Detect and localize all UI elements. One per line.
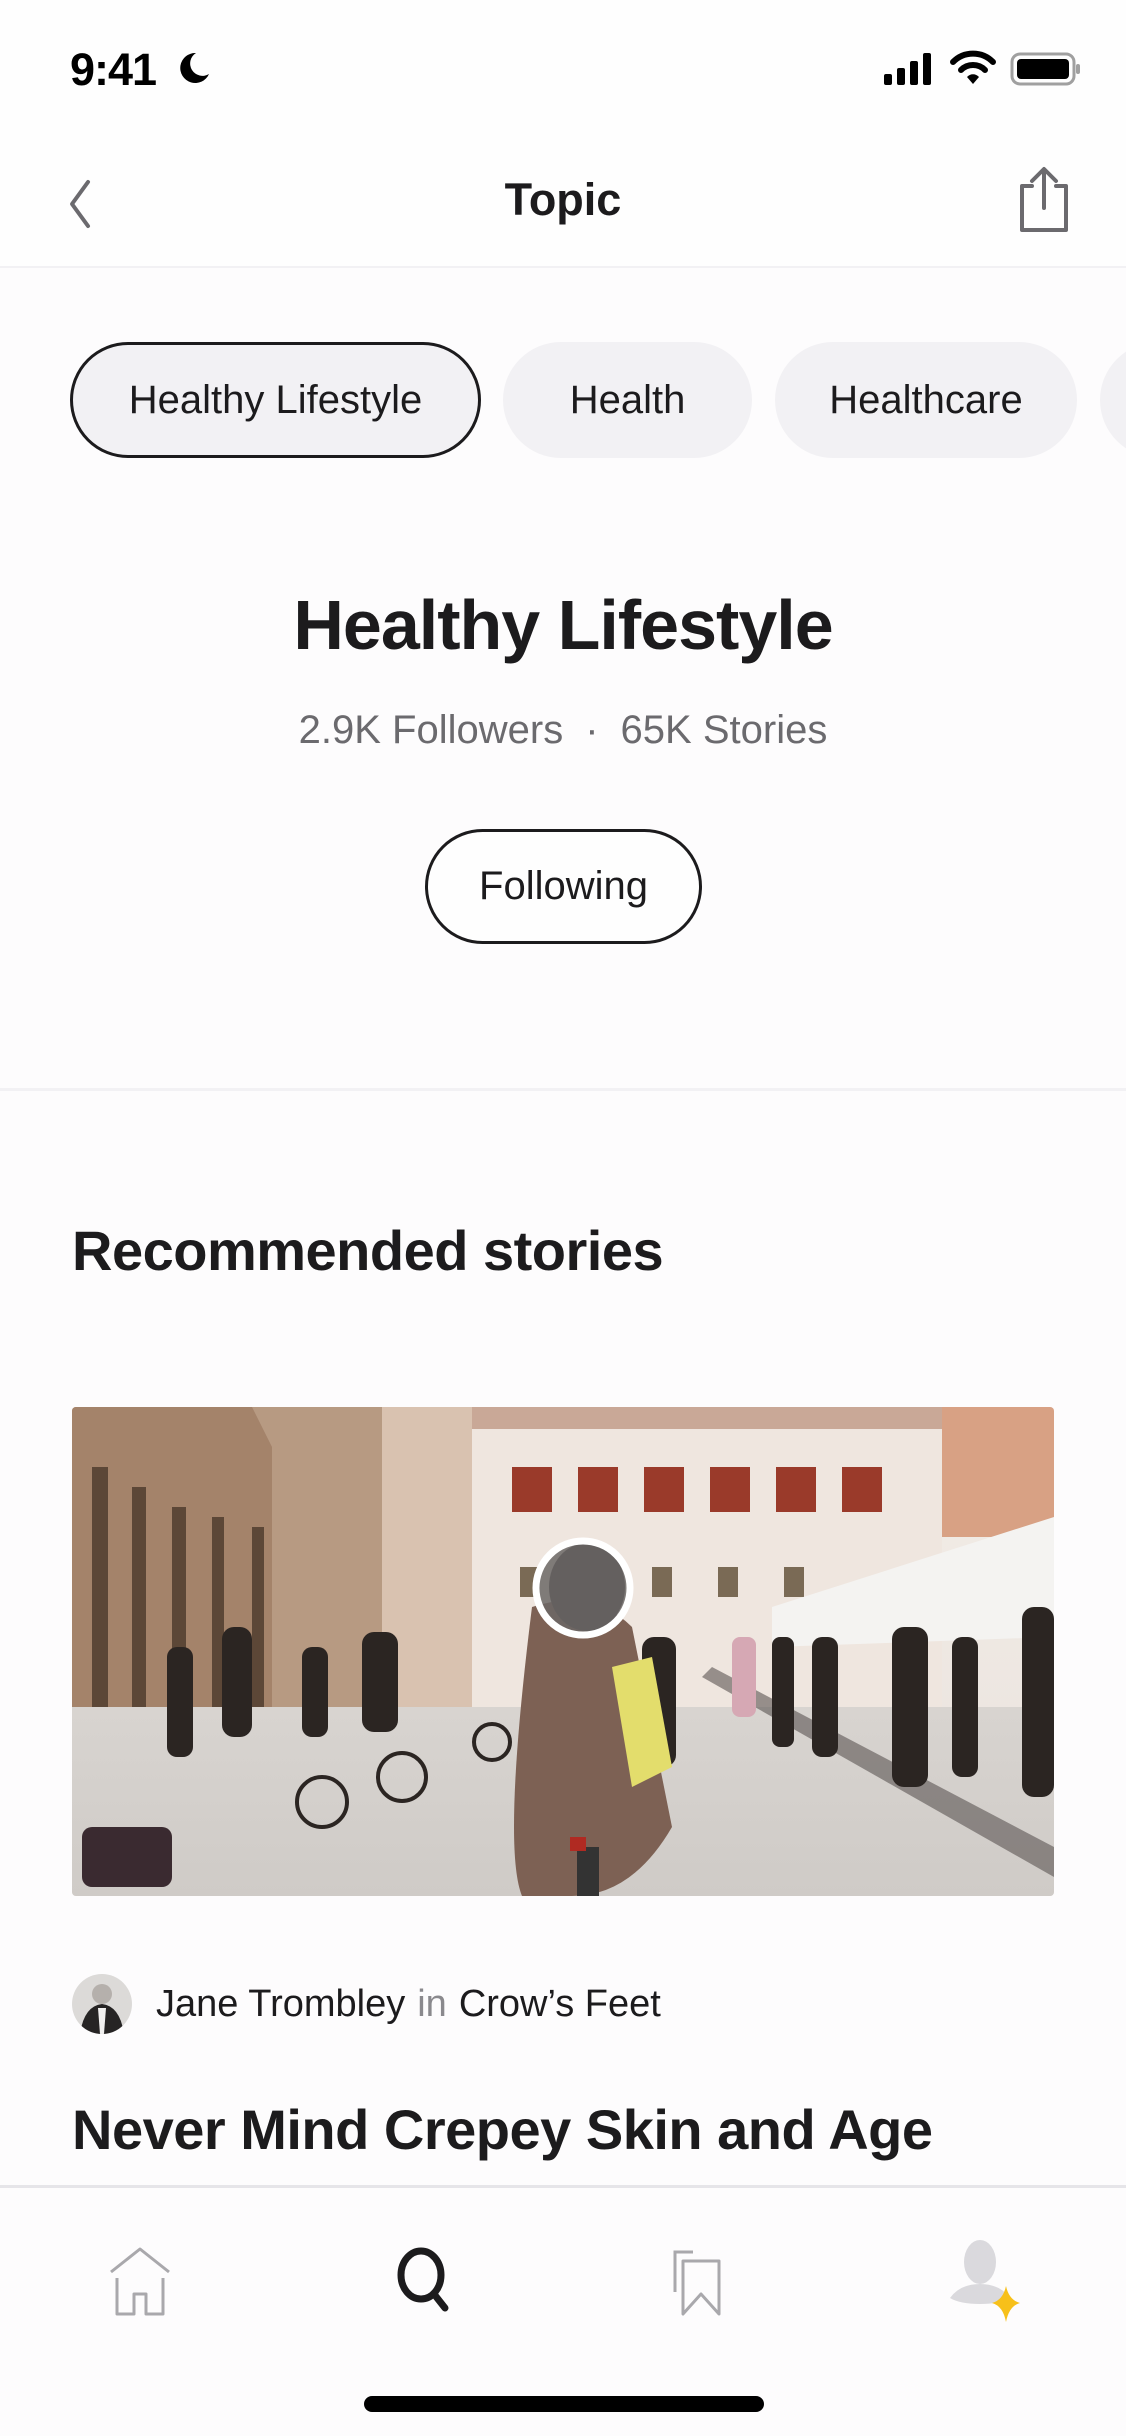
author-row: Jane Trombley in Crow’s Feet (72, 1974, 661, 2034)
street-photo (72, 1407, 1054, 1896)
chip-more[interactable] (1100, 342, 1126, 458)
status-time: 9:41 (70, 44, 157, 95)
section-title: Recommended stories (72, 1219, 664, 1282)
profile-icon (950, 2240, 1020, 2322)
tab-search[interactable] (380, 2236, 470, 2326)
author-avatar[interactable] (72, 1974, 132, 2034)
tab-profile[interactable] (940, 2236, 1030, 2326)
home-icon (110, 2247, 170, 2316)
page-title: Topic (504, 174, 622, 225)
chip-health[interactable]: Health (503, 342, 752, 458)
chip-healthy-lifestyle[interactable]: Healthy Lifestyle (70, 342, 481, 458)
chip-healthcare[interactable]: Healthcare (775, 342, 1077, 458)
tab-home[interactable] (95, 2236, 185, 2326)
story-image[interactable] (72, 1407, 1054, 1896)
status-bar: 9:41 (0, 0, 1126, 130)
separator-dot: · (585, 708, 599, 752)
stories-count: 65K Stories (620, 708, 828, 752)
followers-count: 2.9K Followers (298, 708, 564, 752)
headline-line-1: Never Mind Crepey Skin and Age (72, 2098, 933, 2161)
search-icon (397, 2247, 449, 2312)
author-name[interactable]: Jane Trombley (156, 1983, 405, 2026)
tab-bookmarks[interactable] (655, 2236, 745, 2326)
publication-name[interactable]: Crow’s Feet (459, 1983, 661, 2026)
moon-icon (180, 52, 209, 83)
signal-icon (884, 53, 931, 85)
home-indicator[interactable] (364, 2396, 764, 2412)
avatar-image (72, 1974, 132, 2034)
topic-chips: Healthy Lifestyle Health Healthcare (0, 342, 1126, 458)
following-button[interactable]: Following (425, 829, 702, 944)
bookmarks-icon (673, 2250, 721, 2316)
topic-stats: 2.9K Followers · 65K Stories (0, 708, 1126, 753)
section-divider (0, 1088, 1126, 1091)
battery-icon (1010, 52, 1080, 86)
nav-header: Topic (0, 130, 1126, 268)
share-button[interactable] (1010, 164, 1074, 234)
wifi-icon (950, 50, 996, 84)
share-icon (1020, 167, 1068, 232)
author-in-label: in (417, 1982, 447, 2025)
topic-title: Healthy Lifestyle (293, 586, 833, 664)
